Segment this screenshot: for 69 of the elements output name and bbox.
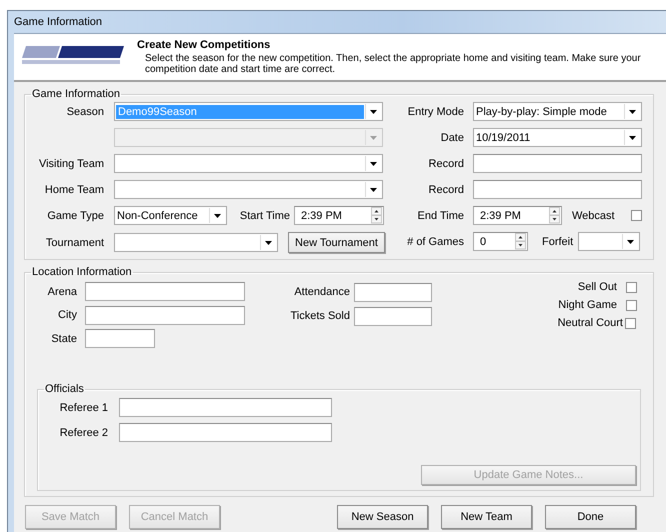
caret-icon [265,240,272,244]
header-title: Create New Competitions [137,39,272,51]
field-label: Night Game [558,299,617,311]
text-field[interactable] [119,398,332,417]
text-field[interactable] [85,306,245,325]
field-label: Date [440,132,464,144]
field-label: Sell Out [578,281,617,293]
field-label: Entry Mode [406,106,464,118]
text-field[interactable] [354,306,432,326]
spinner-icon[interactable] [515,233,526,250]
field-label: Record [428,158,464,170]
dropdown[interactable]: Non-Conference [114,206,227,225]
field-label: Neutral Court [558,317,623,329]
text-field[interactable] [473,154,642,173]
caret-icon [627,240,634,244]
group-title: Officials [44,383,85,395]
text-field[interactable] [473,180,642,199]
field-label: State [50,332,77,345]
field-label: Season [66,106,104,118]
checkbox[interactable] [626,282,637,292]
header-description: Select the season for the new competition. Then, select the appropriate home and visiting team. Make sure your competition date and start time are correct. [145,53,642,75]
dropdown[interactable]: Play-by-play: Simple mode [473,102,642,121]
field-label: Referee 1 [58,402,108,414]
button[interactable]: Done [545,505,636,529]
button[interactable]: New Season [337,505,428,529]
caret-icon [370,188,377,192]
field-label: Visiting Team [38,158,104,170]
text-field[interactable] [85,329,155,348]
button[interactable]: New Tournament [288,232,385,253]
group-title: Location Information [31,266,133,278]
checkbox[interactable] [625,318,636,328]
button[interactable]: New Team [441,505,532,529]
field-label: Forfeit [542,236,574,248]
field-label: Referee 2 [58,426,108,438]
caret-icon [370,136,377,140]
field-label: Attendance [293,286,350,298]
dropdown[interactable] [114,180,383,199]
field-label: Start Time [238,210,290,222]
field-label: Webcast [572,210,615,222]
caret-icon [629,110,636,114]
dropdown[interactable] [114,233,278,252]
spin-field[interactable]: 2:39 PM [473,206,562,225]
checkbox[interactable] [626,300,637,310]
dropdown[interactable] [114,154,383,173]
dropdown[interactable]: 10/19/2011 [473,128,642,147]
spinner-icon[interactable] [549,207,560,224]
field-label: Tickets Sold [289,310,350,322]
caret-icon [214,214,221,218]
field-label: City [57,309,77,322]
field-label: Home Team [44,184,104,196]
field-label: Record [428,184,464,196]
text-field[interactable] [119,423,332,442]
caret-icon [629,136,636,140]
dropdown[interactable] [578,232,640,251]
field-label: Arena [46,286,77,298]
spinner-icon[interactable] [371,207,382,224]
field-label: Tournament [44,236,104,248]
spin-field[interactable]: 0 [473,232,528,251]
field-label: End Time [416,210,464,222]
window-title: Game Information [14,16,102,28]
field-label: Game Type [46,210,104,222]
text-field[interactable] [354,282,432,302]
caret-icon [370,110,377,114]
group-title: Game Information [31,88,122,100]
caret-icon [370,162,377,166]
checkbox[interactable] [630,210,642,221]
spin-field[interactable]: 2:39 PM [294,206,384,225]
field-label: # of Games [406,236,464,248]
text-field[interactable] [85,282,245,302]
